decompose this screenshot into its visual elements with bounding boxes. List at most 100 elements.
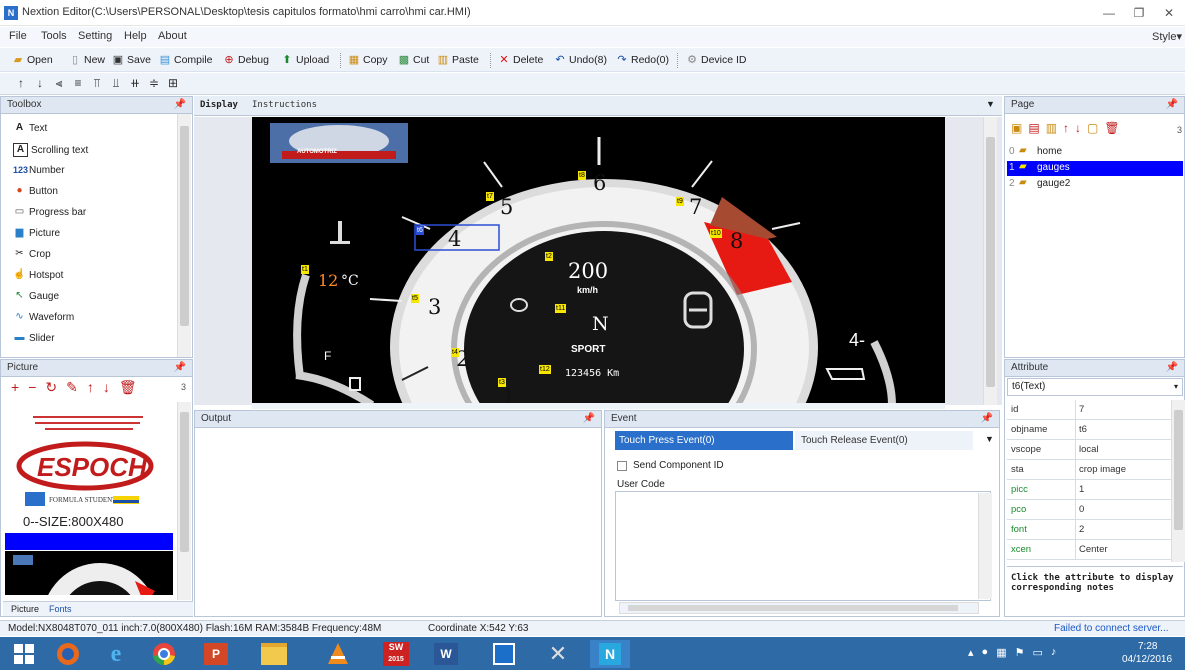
copy-button[interactable]: ▦ Copy (348, 52, 388, 68)
open-button[interactable]: ▰ Open (12, 52, 53, 68)
toolbox-scrolling-text[interactable]: A Scrolling text (13, 143, 88, 157)
minimize-button[interactable]: — (1096, 4, 1122, 22)
tag-t11[interactable]: t11 (555, 304, 567, 313)
move-down-icon[interactable]: ↓ (33, 76, 47, 90)
align-left-icon[interactable]: ⫷ (52, 76, 66, 90)
page-item[interactable]: 2 ▰ gauge2 (1007, 177, 1183, 192)
align-bottom-icon[interactable]: ⫫ (109, 76, 123, 90)
tag-t6[interactable]: t6 (416, 226, 424, 235)
tab-touch-press[interactable]: Touch Press Event(0) (615, 431, 793, 450)
menu-tools[interactable]: Tools (41, 30, 67, 42)
code-scrollbar[interactable] (978, 493, 992, 599)
menu-help[interactable]: Help (124, 30, 147, 42)
menu-file[interactable]: File (9, 30, 27, 42)
send-component-id-checkbox[interactable] (617, 461, 627, 471)
pin-icon[interactable]: 📌 (1166, 97, 1178, 112)
scroll-thumb[interactable] (180, 126, 189, 326)
tag-t2[interactable]: t2 (545, 252, 553, 261)
nextion-icon[interactable]: N (590, 640, 630, 668)
toolbox-crop[interactable]: ✂ Crop (13, 248, 50, 260)
pin-icon[interactable]: 📌 (981, 411, 993, 426)
same-size-icon[interactable]: ⊞ (166, 76, 180, 90)
edit-picture-icon[interactable]: ✎ (66, 379, 78, 396)
move-down-icon[interactable]: ↓ (1075, 121, 1081, 137)
powerpoint-icon[interactable]: P (196, 640, 236, 668)
tag-t3[interactable]: t3 (498, 378, 506, 387)
user-code-editor[interactable] (615, 491, 991, 601)
device-id-button[interactable]: ⚙ Device ID (686, 52, 746, 68)
clock-time[interactable]: 7:28 (1138, 641, 1157, 652)
internet-explorer-icon[interactable]: e (96, 640, 136, 668)
tab-fonts[interactable]: Fonts (49, 604, 72, 614)
page-item[interactable]: 0 ▰ home (1007, 145, 1183, 160)
dropdown-arrow-icon[interactable]: ▼ (985, 434, 994, 444)
picture-thumbnail-2[interactable] (5, 551, 173, 595)
save-button[interactable]: ▣ Save (112, 52, 151, 68)
add-page-icon[interactable]: ▣ (1011, 121, 1022, 137)
trash-icon[interactable]: 🗑 (119, 379, 137, 396)
component-select[interactable]: t6(Text) ▾ (1007, 378, 1183, 396)
chrome-icon[interactable] (144, 640, 184, 668)
paste-button[interactable]: ▥ Paste (437, 52, 479, 68)
pin-icon[interactable]: 📌 (174, 97, 186, 112)
add-picture-icon[interactable]: + (11, 379, 19, 395)
tag-t8[interactable]: t8 (578, 171, 586, 180)
media-app-icon[interactable] (484, 640, 524, 668)
file-explorer-icon[interactable] (254, 640, 294, 668)
tab-display[interactable]: Display (200, 100, 238, 110)
tag-t5[interactable]: t5 (411, 294, 419, 303)
picture-thumbnail[interactable]: ESPOCH FORMULA STUDENT (5, 404, 173, 530)
attr-row[interactable]: objname t6 (1007, 420, 1173, 440)
compile-button[interactable]: ▤ Compile (159, 52, 213, 68)
undo-button[interactable]: ↶ Undo(8) (554, 52, 607, 68)
display-scrollbar[interactable] (983, 117, 997, 405)
move-down-icon[interactable]: ↓ (103, 379, 110, 395)
redo-button[interactable]: ↷ Redo(0) (616, 52, 669, 68)
scroll-thumb[interactable] (180, 412, 189, 552)
toolbox-gauge[interactable]: ↖ Gauge (13, 290, 59, 302)
toolbox-picture[interactable]: ▆ Picture (13, 227, 60, 239)
attr-row[interactable]: sta crop image (1007, 460, 1173, 480)
tab-picture[interactable]: Picture (11, 604, 39, 614)
move-up-icon[interactable]: ↑ (87, 379, 94, 395)
align-right-icon[interactable]: ≡ (71, 76, 85, 90)
tray-app-icon[interactable]: ● (982, 646, 989, 662)
attr-row[interactable]: pco 0 (1007, 500, 1173, 520)
tag-t7[interactable]: t7 (486, 192, 494, 201)
toolbox-waveform[interactable]: ∿ Waveform (13, 311, 74, 323)
volume-icon[interactable]: ♪ (1051, 646, 1057, 662)
cut-button[interactable]: ▩ Cut (398, 52, 430, 68)
pin-icon[interactable]: 📌 (583, 411, 595, 426)
solidworks-icon[interactable]: SW 2015 (376, 640, 416, 668)
toolbox-number[interactable]: 123 Number (13, 164, 65, 176)
tray-up-icon[interactable]: ▴ (968, 646, 974, 662)
close-button[interactable]: ✕ (1156, 4, 1182, 22)
replace-picture-icon[interactable]: ↻ (45, 379, 57, 396)
tool-icon[interactable]: ✕ (538, 640, 578, 668)
restore-button[interactable]: ❐ (1126, 4, 1152, 22)
display-canvas[interactable]: AUTOMOTRIZ 1 2 3 4 5 6 7 8 4- F 12 °C 20… (252, 117, 945, 405)
tab-instructions[interactable]: Instructions (252, 100, 317, 110)
menu-setting[interactable]: Setting (78, 30, 112, 42)
canvas-hscroll[interactable] (252, 403, 945, 409)
battery-icon[interactable]: ▭ (1032, 646, 1042, 662)
remove-picture-icon[interactable]: − (28, 379, 36, 395)
toolbox-button[interactable]: ● Button (13, 185, 57, 197)
clock-date[interactable]: 04/12/2016 (1122, 654, 1172, 665)
page-item-selected[interactable]: 1 ▰ gauges (1007, 161, 1183, 176)
distribute-v-icon[interactable]: ≑ (147, 76, 161, 90)
menu-about[interactable]: About (158, 30, 187, 42)
attr-row[interactable]: xcen Center (1007, 540, 1173, 560)
toolbox-hotspot[interactable]: ☝ Hotspot (13, 269, 63, 281)
tag-t4[interactable]: t4 (451, 348, 459, 357)
picture-scrollbar[interactable] (177, 402, 191, 600)
move-up-icon[interactable]: ↑ (14, 76, 28, 90)
toolbox-slider[interactable]: ▬ Slider (13, 332, 55, 344)
tag-t12[interactable]: t12 (539, 365, 551, 374)
align-top-icon[interactable]: ⫪ (90, 76, 104, 90)
distribute-h-icon[interactable]: ⧺ (128, 76, 142, 90)
tag-t10[interactable]: t10 (710, 229, 722, 238)
network-icon[interactable]: ▦ (996, 646, 1006, 662)
word-icon[interactable]: W (426, 640, 466, 668)
dropdown-arrow-icon[interactable]: ▼ (986, 99, 995, 109)
